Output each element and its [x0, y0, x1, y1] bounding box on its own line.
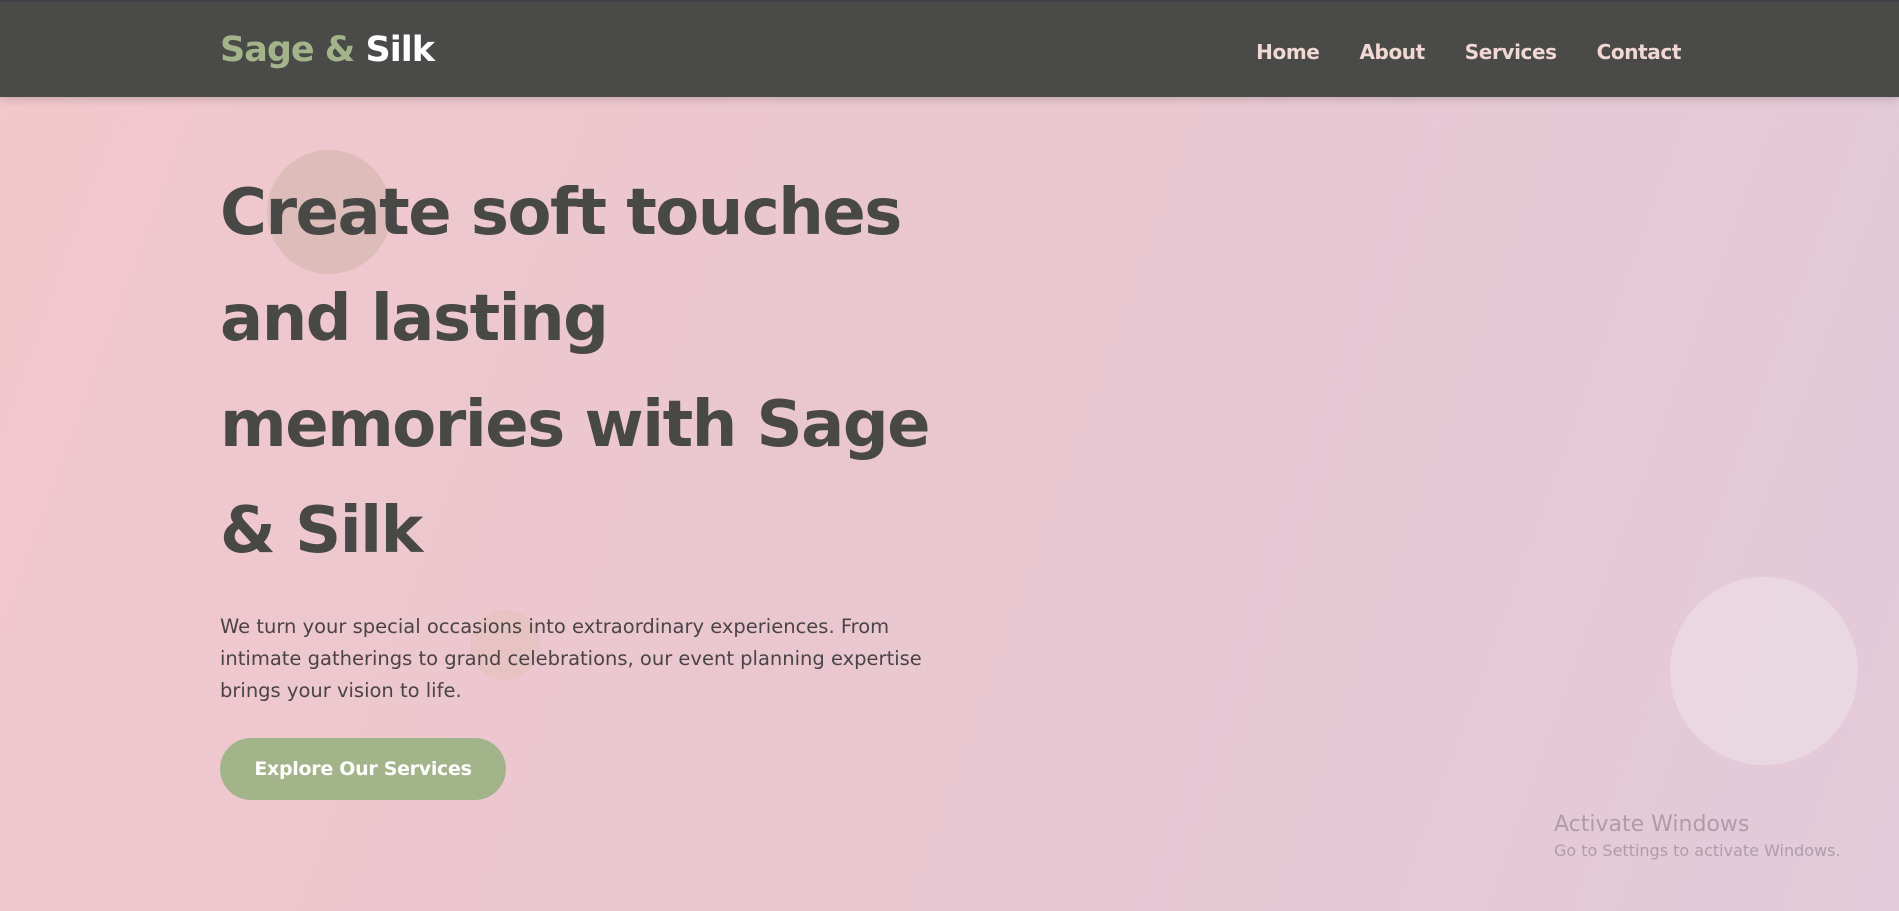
explore-services-button[interactable]: Explore Our Services [220, 738, 506, 800]
hero-section: Create soft touches and lasting memories… [220, 160, 960, 584]
site-header: Sage & Silk Home About Services Contact [0, 0, 1899, 97]
nav-about-link[interactable]: About [1359, 38, 1425, 66]
nav-services-link[interactable]: Services [1465, 38, 1557, 66]
main-nav: Home About Services Contact [1256, 38, 1681, 66]
logo-silk-text: Silk [365, 30, 435, 70]
logo-sage-text: Sage & [220, 30, 355, 70]
watermark-title: Activate Windows [1554, 812, 1750, 837]
hero-title: Create soft touches and lasting memories… [220, 176, 931, 568]
nav-home-link[interactable]: Home [1256, 38, 1320, 66]
site-logo[interactable]: Sage & Silk [220, 26, 435, 74]
windows-activation-watermark: Activate Windows Go to Settings to activ… [1554, 810, 1841, 862]
hero-description: We turn your special occasions into extr… [220, 615, 922, 702]
watermark-subtitle: Go to Settings to activate Windows. [1554, 841, 1841, 860]
nav-contact-link[interactable]: Contact [1597, 38, 1682, 66]
decorative-circle-right [1670, 577, 1858, 765]
